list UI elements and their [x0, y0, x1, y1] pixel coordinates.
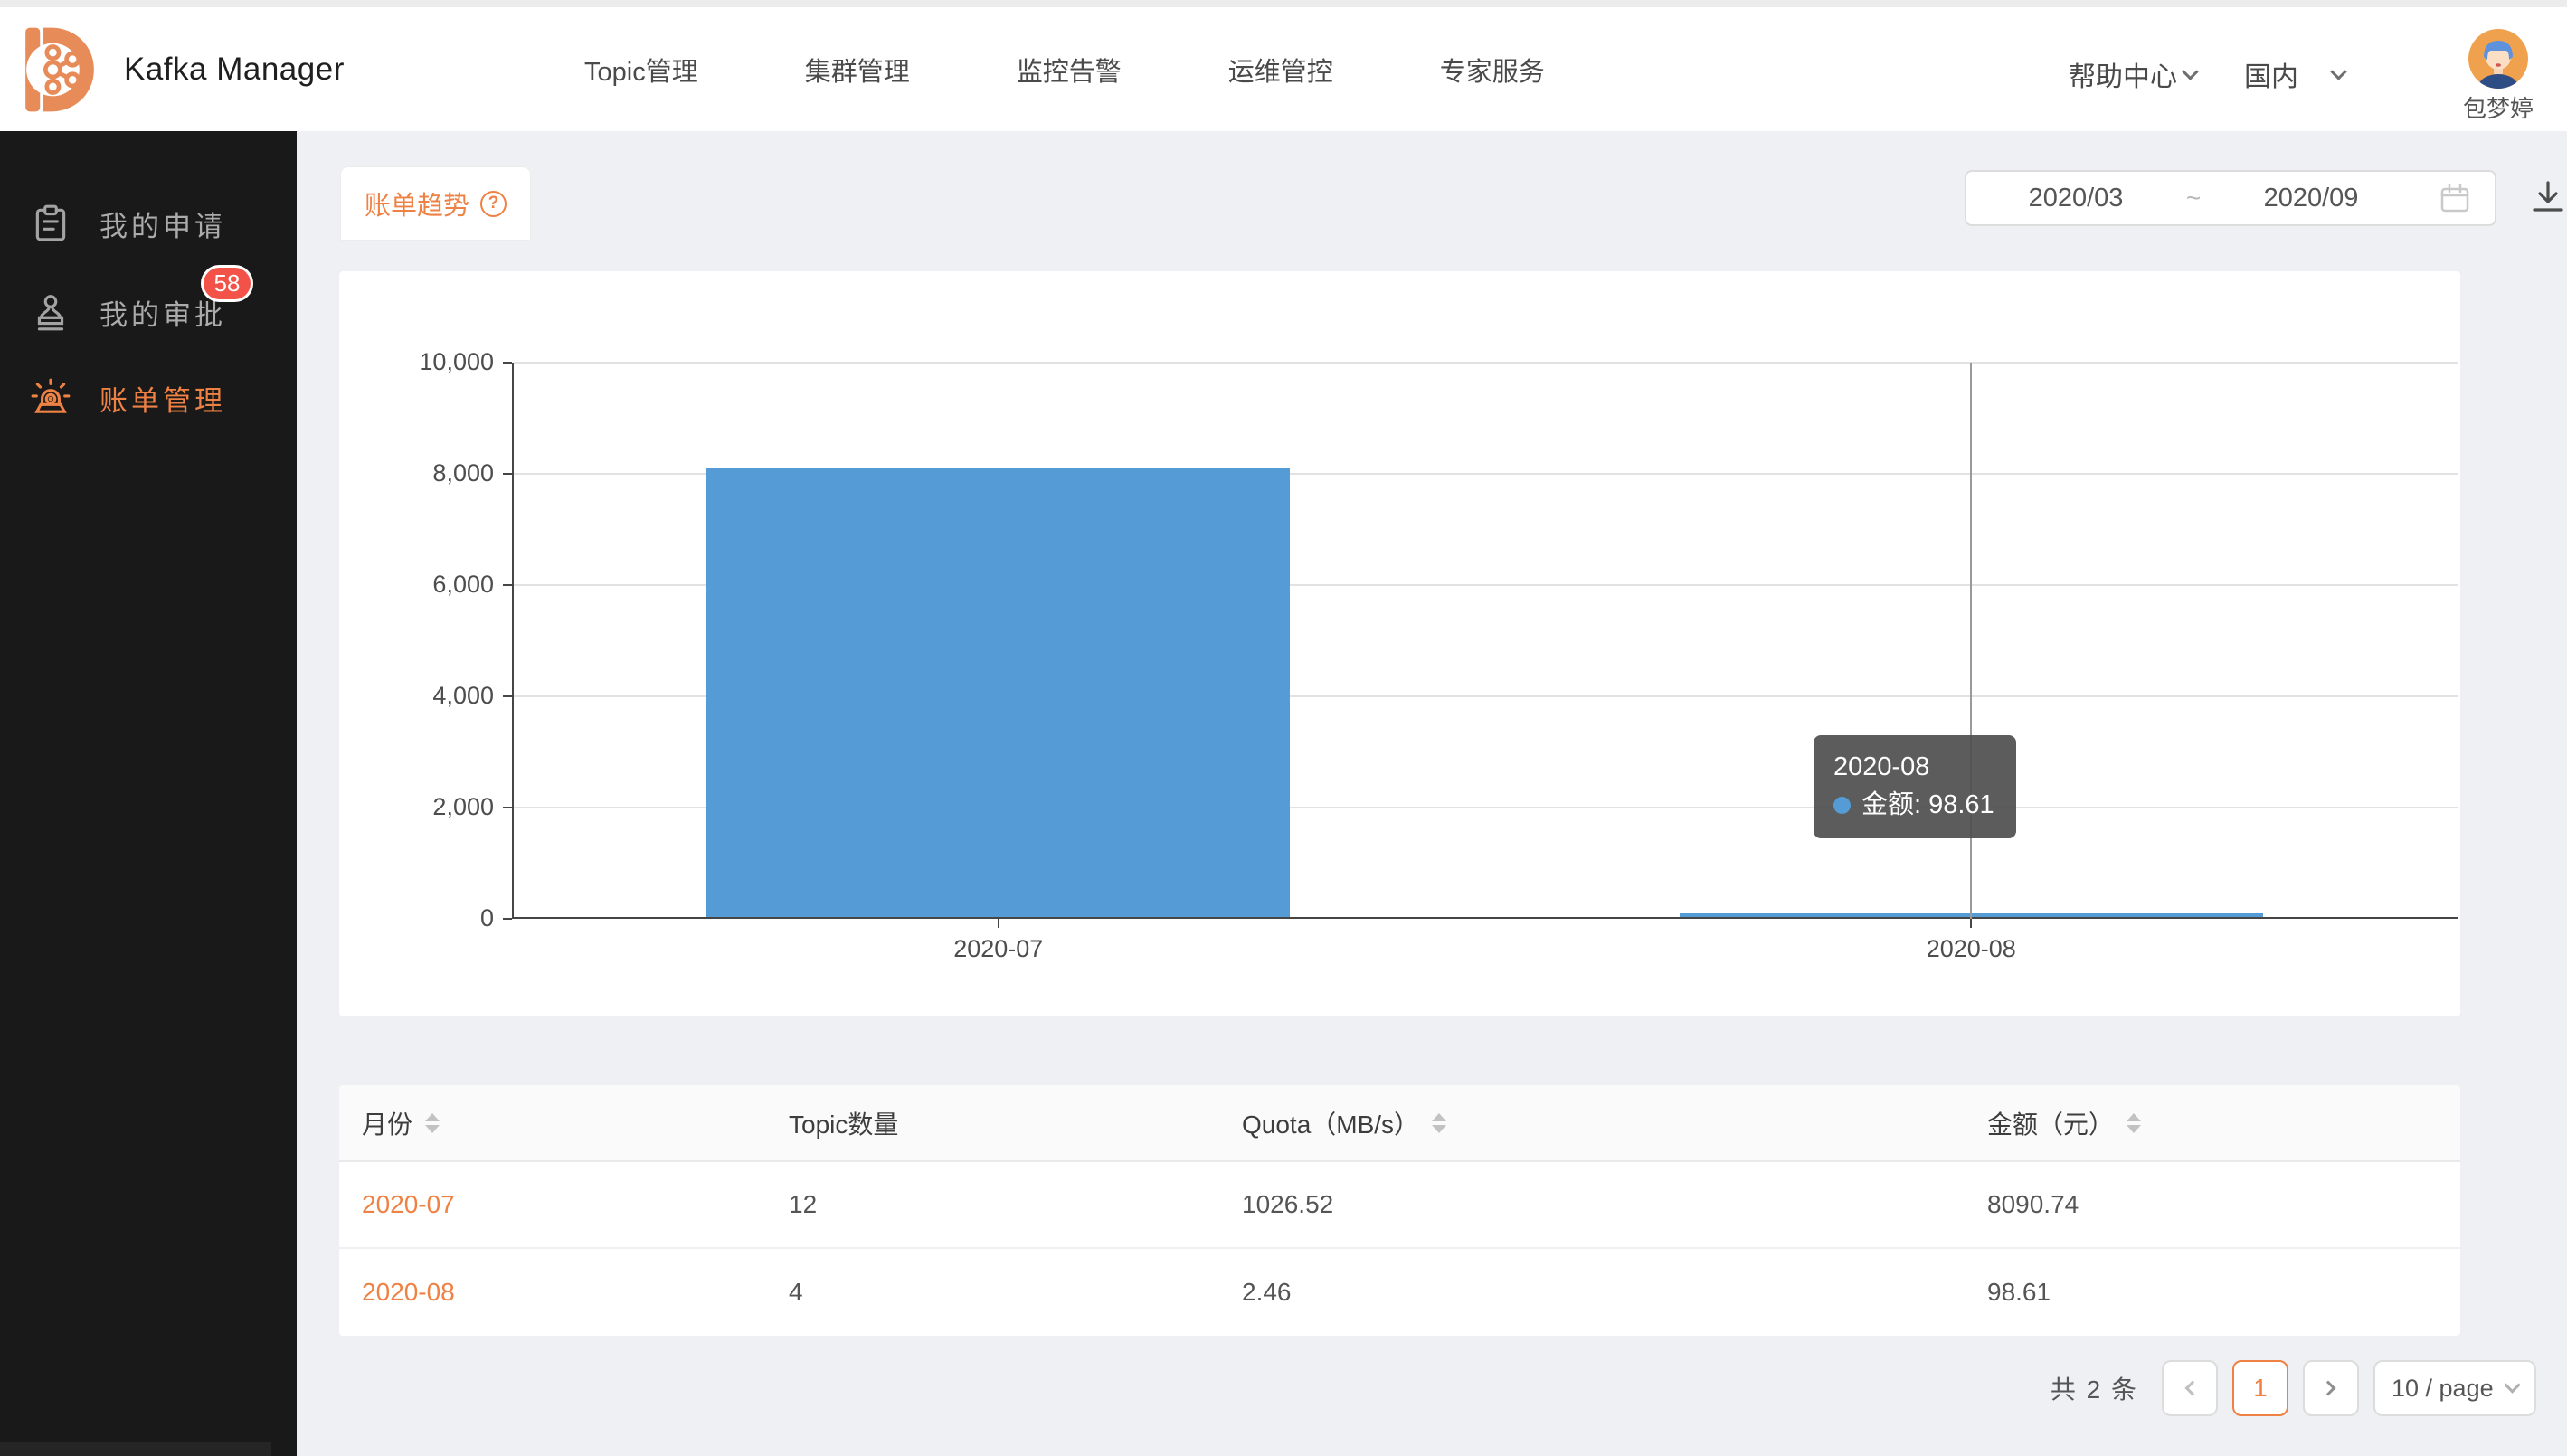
chevron-down-icon	[2504, 1376, 2520, 1393]
tooltip-value: 金额: 98.61	[1861, 786, 1994, 824]
y-tick-label: 4,000	[322, 682, 494, 710]
y-tick-label: 10,000	[322, 348, 494, 376]
nav-topic-management[interactable]: Topic管理	[584, 51, 698, 89]
clipboard-icon	[30, 203, 71, 244]
amount-cell: 8090.74	[1987, 1190, 2460, 1219]
main-content: 账单趋势 ? 2020/03 ~ 2020/09	[297, 131, 2567, 1456]
tab-label: 账单趋势	[365, 184, 469, 222]
sort-icons	[2127, 1113, 2141, 1133]
tab-bill-trend[interactable]: 账单趋势 ?	[341, 167, 530, 240]
help-center-menu[interactable]: 帮助中心	[2069, 54, 2196, 94]
region-menu[interactable]: 国内	[2244, 54, 2344, 94]
sort-icons	[425, 1113, 440, 1133]
pagination: 共 2 条 1 10 / page	[2051, 1359, 2536, 1417]
sidebar-item-label: 账单管理	[99, 378, 226, 419]
stamp-icon	[30, 291, 71, 333]
y-tick	[503, 695, 512, 697]
chart-bar-2020-07[interactable]	[706, 468, 1290, 919]
y-tick	[503, 918, 512, 920]
help-center-label: 帮助中心	[2069, 54, 2177, 94]
app-logo-icon	[23, 23, 97, 117]
approvals-count-badge: 58	[201, 265, 253, 302]
column-header-topics: Topic数量	[789, 1105, 1242, 1141]
chevron-left-icon	[2185, 1381, 2201, 1396]
quota-cell: 1026.52	[1242, 1190, 1987, 1219]
range-separator: ~	[2162, 184, 2225, 213]
x-tick-label: 2020-07	[890, 935, 1107, 963]
quota-cell: 2.46	[1242, 1278, 1987, 1307]
table-row: 2020-08 4 2.46 98.61	[339, 1249, 2460, 1336]
brand[interactable]: Kafka Manager	[23, 7, 345, 131]
user-menu[interactable]: 包梦婷	[2453, 29, 2543, 124]
column-header-quota[interactable]: Quota（MB/s）	[1242, 1105, 1987, 1141]
y-tick-label: 0	[322, 904, 494, 932]
nav-ops-control[interactable]: 运维管控	[1228, 51, 1333, 89]
amount-cell: 98.61	[1987, 1278, 2460, 1307]
sidebar-item-bill-management[interactable]: 账单管理	[0, 362, 297, 434]
nav-monitor-alert[interactable]: 监控告警	[1017, 51, 1122, 89]
bill-table: 月份 Topic数量 Quota（MB/s） 金额（元） 2020-07 12	[339, 1085, 2460, 1336]
chart-plot: 2020-08 金额: 98.61 02,0004,0006,0008,0001…	[512, 363, 2458, 919]
chevron-right-icon	[2321, 1381, 2336, 1396]
bill-trend-chart: 2020-08 金额: 98.61 02,0004,0006,0008,0001…	[339, 271, 2460, 1016]
window-top-strip	[0, 0, 2567, 7]
y-axis-line	[512, 363, 514, 919]
table-row: 2020-07 12 1026.52 8090.74	[339, 1162, 2460, 1249]
y-tick-label: 6,000	[322, 571, 494, 599]
table-header-row: 月份 Topic数量 Quota（MB/s） 金额（元）	[339, 1085, 2460, 1162]
y-tick	[503, 362, 512, 364]
y-tick-label: 8,000	[322, 459, 494, 487]
column-header-amount[interactable]: 金额（元）	[1987, 1105, 2460, 1141]
x-tick	[1970, 919, 1972, 928]
y-tick-label: 2,000	[322, 793, 494, 821]
chart-tooltip: 2020-08 金额: 98.61	[1814, 735, 2016, 838]
app-title: Kafka Manager	[124, 52, 345, 88]
page-1-button[interactable]: 1	[2232, 1360, 2288, 1416]
sidebar-item-my-applications[interactable]: 我的申请	[0, 187, 297, 260]
next-page-button[interactable]	[2303, 1360, 2359, 1416]
sidebar-collapse-handle[interactable]	[0, 1442, 271, 1456]
gridline	[514, 362, 2458, 364]
month-link[interactable]: 2020-08	[362, 1278, 789, 1307]
calendar-icon	[2439, 182, 2471, 214]
username: 包梦婷	[2453, 90, 2543, 124]
chevron-down-icon	[2330, 63, 2346, 80]
top-navbar: Kafka Manager Topic管理 集群管理 监控告警 运维管控 专家服…	[0, 7, 2567, 131]
y-tick	[503, 584, 512, 586]
sidebar-item-label: 我的申请	[99, 203, 226, 244]
x-tick-label: 2020-08	[1862, 935, 2079, 963]
help-circle-icon[interactable]: ?	[480, 191, 507, 217]
topics-cell: 4	[789, 1278, 1242, 1307]
total-count: 共 2 条	[2051, 1370, 2138, 1406]
page: Kafka Manager Topic管理 集群管理 监控告警 运维管控 专家服…	[0, 0, 2567, 1456]
y-tick	[503, 807, 512, 808]
region-label: 国内	[2244, 54, 2298, 94]
siren-icon	[30, 377, 71, 419]
series-dot-icon	[1833, 797, 1851, 814]
range-start: 2020/03	[1990, 184, 2162, 213]
x-tick	[998, 919, 999, 928]
tooltip-title: 2020-08	[1833, 748, 1994, 786]
sidebar: 我的申请 我的审批 58 账单管理	[0, 131, 297, 1456]
topics-cell: 12	[789, 1190, 1242, 1219]
page-size-select[interactable]: 10 / page	[2373, 1360, 2536, 1416]
column-header-month[interactable]: 月份	[362, 1105, 789, 1141]
avatar	[2468, 29, 2528, 89]
sort-icons	[1432, 1113, 1446, 1133]
chevron-down-icon	[2182, 63, 2198, 80]
top-navigation: Topic管理 集群管理 监控告警 运维管控 专家服务	[584, 7, 1545, 131]
date-range-picker[interactable]: 2020/03 ~ 2020/09	[1965, 170, 2496, 226]
prev-page-button[interactable]	[2162, 1360, 2218, 1416]
x-axis-line	[512, 917, 2458, 919]
download-button[interactable]	[2527, 176, 2567, 218]
month-link[interactable]: 2020-07	[362, 1190, 789, 1219]
range-end: 2020/09	[2225, 184, 2397, 213]
nav-expert-service[interactable]: 专家服务	[1440, 51, 1545, 89]
y-tick	[503, 473, 512, 475]
nav-cluster-management[interactable]: 集群管理	[805, 51, 910, 89]
page-size-label: 10 / page	[2392, 1375, 2494, 1403]
